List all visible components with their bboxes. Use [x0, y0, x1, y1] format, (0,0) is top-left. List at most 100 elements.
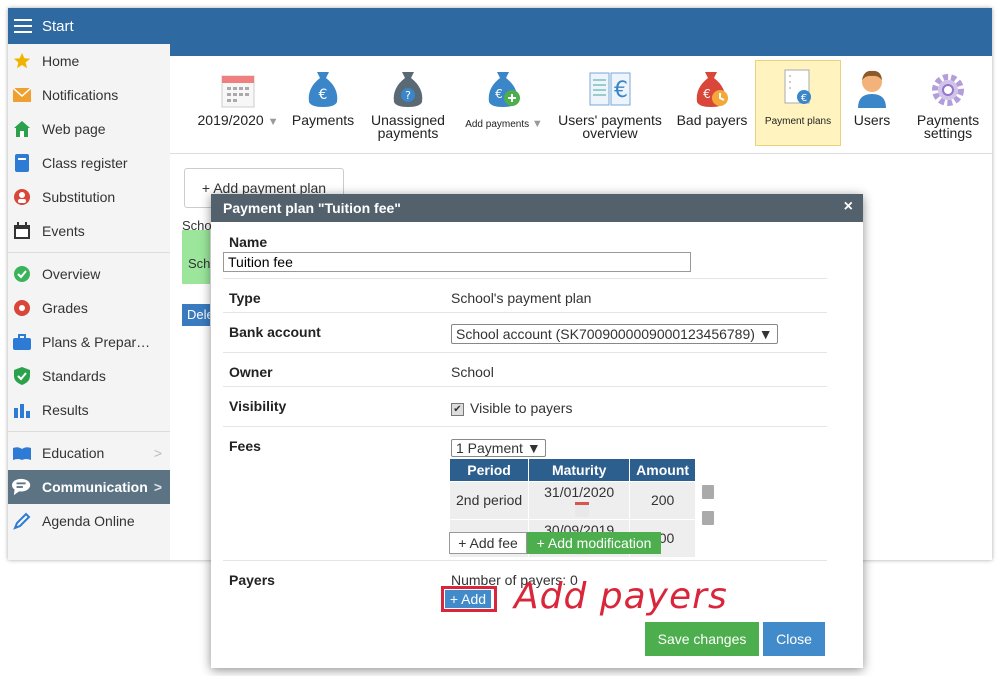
sidebar-item-home[interactable]: Home	[8, 44, 170, 78]
shield-icon	[12, 366, 32, 386]
sidebar-item-notifications[interactable]: Notifications	[8, 78, 170, 112]
gear-icon	[906, 56, 990, 108]
visibility-text: Visible to payers	[470, 400, 573, 416]
add-fee-button[interactable]: + Add fee	[449, 532, 527, 554]
envelope-icon	[12, 85, 32, 105]
chevron-right-icon: >	[153, 445, 162, 461]
open-book-icon	[12, 443, 32, 463]
sidebar-item-label: Home	[42, 53, 80, 69]
type-label: Type	[229, 290, 261, 306]
name-field[interactable]	[223, 252, 691, 272]
fees-count-select[interactable]: 1 Payment ▼	[451, 439, 546, 457]
ledger-euro-icon: €	[558, 56, 662, 108]
sidebar-item-substitution[interactable]: Substitution	[8, 180, 170, 214]
sidebar-item-label: Results	[42, 402, 89, 418]
payment-plans-label: Payment plans	[764, 116, 832, 127]
column-header-amount: Amount	[629, 458, 697, 482]
table-header-row: Period Maturity Amount	[448, 458, 697, 482]
chevron-right-icon: >	[153, 479, 162, 495]
type-value: School's payment plan	[451, 290, 592, 306]
svg-text:€: €	[703, 87, 711, 101]
sidebar-divider	[8, 252, 170, 253]
svg-text:€: €	[319, 87, 328, 103]
sidebar-item-label: Plans & Prepar…	[42, 334, 151, 350]
save-changes-button[interactable]: Save changes	[645, 622, 759, 656]
owner-row: Owner School	[223, 352, 827, 387]
sidebar-item-plans[interactable]: Plans & Prepar…	[8, 325, 170, 359]
calendar-icon	[12, 221, 32, 241]
name-row: Name	[223, 222, 827, 279]
payments-settings-button[interactable]: Payments settings	[906, 56, 990, 153]
maturity-date: 31/01/2020	[544, 484, 615, 500]
fees-label: Fees	[229, 438, 261, 454]
unassigned-label-2: payments	[377, 125, 439, 141]
bank-account-select[interactable]: School account (SK7009000009000123456789…	[451, 324, 778, 344]
money-bag-add-icon: €	[458, 56, 550, 108]
add-payments-label: Add payments	[465, 119, 530, 130]
name-label: Name	[229, 234, 268, 250]
close-icon[interactable]: ×	[844, 198, 853, 216]
dialog-title: Payment plan "Tuition fee"	[223, 200, 401, 216]
bar-chart-icon	[12, 400, 32, 420]
calendar-icon[interactable]	[574, 501, 589, 517]
year-selector[interactable]: 2019/2020 ▼	[192, 56, 284, 153]
sidebar-item-web-page[interactable]: Web page	[8, 112, 170, 146]
briefcase-icon	[12, 332, 32, 352]
sidebar: Start Home Notifications Web page Class …	[8, 8, 171, 560]
sidebar-item-label: Education	[42, 445, 105, 461]
users-payments-overview-button[interactable]: € Users' payments overview	[558, 56, 662, 153]
owner-label: Owner	[229, 364, 273, 380]
sidebar-item-education[interactable]: Education >	[8, 436, 170, 470]
sidebar-item-overview[interactable]: Overview	[8, 257, 170, 291]
column-header-maturity: Maturity	[528, 458, 631, 482]
star-icon	[12, 51, 32, 71]
maturity-cell[interactable]: 31/01/2020	[528, 481, 631, 520]
payment-plans-button[interactable]: € Payment plans	[755, 60, 841, 146]
delete-button[interactable]: Dele	[182, 304, 210, 326]
payments-button[interactable]: € Payments	[286, 56, 360, 153]
sidebar-item-agenda-online[interactable]: Agenda Online	[8, 504, 170, 538]
caret-down-icon: ▼	[531, 118, 543, 130]
svg-text:€: €	[801, 93, 807, 104]
sidebar-item-label: Communication	[42, 479, 148, 495]
bank-account-label: Bank account	[229, 324, 321, 340]
person-icon	[12, 187, 32, 207]
unassigned-payments-button[interactable]: ? Unassigned payments	[366, 56, 450, 153]
sidebar-item-events[interactable]: Events	[8, 214, 170, 248]
add-payments-button[interactable]: € Add payments ▼	[458, 56, 550, 153]
bad-payers-label: Bad payers	[676, 112, 748, 128]
users-button[interactable]: Users	[846, 56, 898, 153]
close-button[interactable]: Close	[763, 622, 825, 656]
sidebar-item-results[interactable]: Results	[8, 393, 170, 427]
visibility-checkbox[interactable]: ✔	[451, 402, 464, 416]
sidebar-item-label: Grades	[42, 300, 88, 316]
amount-cell[interactable]: 200	[629, 481, 697, 520]
sidebar-item-label: Class register	[42, 155, 128, 171]
trash-icon[interactable]	[702, 485, 714, 499]
background-text: Sch	[188, 256, 211, 271]
menu-icon[interactable]	[14, 15, 32, 37]
sidebar-item-communication[interactable]: Communication >	[8, 470, 170, 504]
sidebar-item-class-register[interactable]: Class register	[8, 146, 170, 180]
book-icon	[12, 153, 32, 173]
trash-icon[interactable]	[702, 511, 714, 525]
add-payers-annotation: Add payers	[514, 576, 728, 617]
payers-label: Payers	[229, 572, 275, 588]
sidebar-header[interactable]: Start	[8, 8, 170, 44]
add-modification-button[interactable]: + Add modification	[527, 532, 661, 554]
svg-text:€: €	[495, 87, 503, 101]
bad-payers-button[interactable]: € Bad payers	[670, 56, 754, 153]
settings-label-2: settings	[923, 125, 973, 141]
money-bag-question-icon: ?	[366, 56, 450, 108]
sidebar-item-standards[interactable]: Standards	[8, 359, 170, 393]
period-cell: 2nd period	[448, 481, 530, 520]
top-bar	[170, 8, 992, 56]
money-bag-euro-icon: €	[286, 56, 360, 108]
sidebar-item-grades[interactable]: Grades	[8, 291, 170, 325]
pen-icon	[12, 511, 32, 531]
column-header-period: Period	[448, 458, 530, 482]
sidebar-title: Start	[42, 17, 74, 35]
year-label: 2019/2020	[197, 112, 264, 128]
bank-account-row: Bank account School account (SK700900000…	[223, 312, 827, 353]
check-circle-icon	[12, 264, 32, 284]
